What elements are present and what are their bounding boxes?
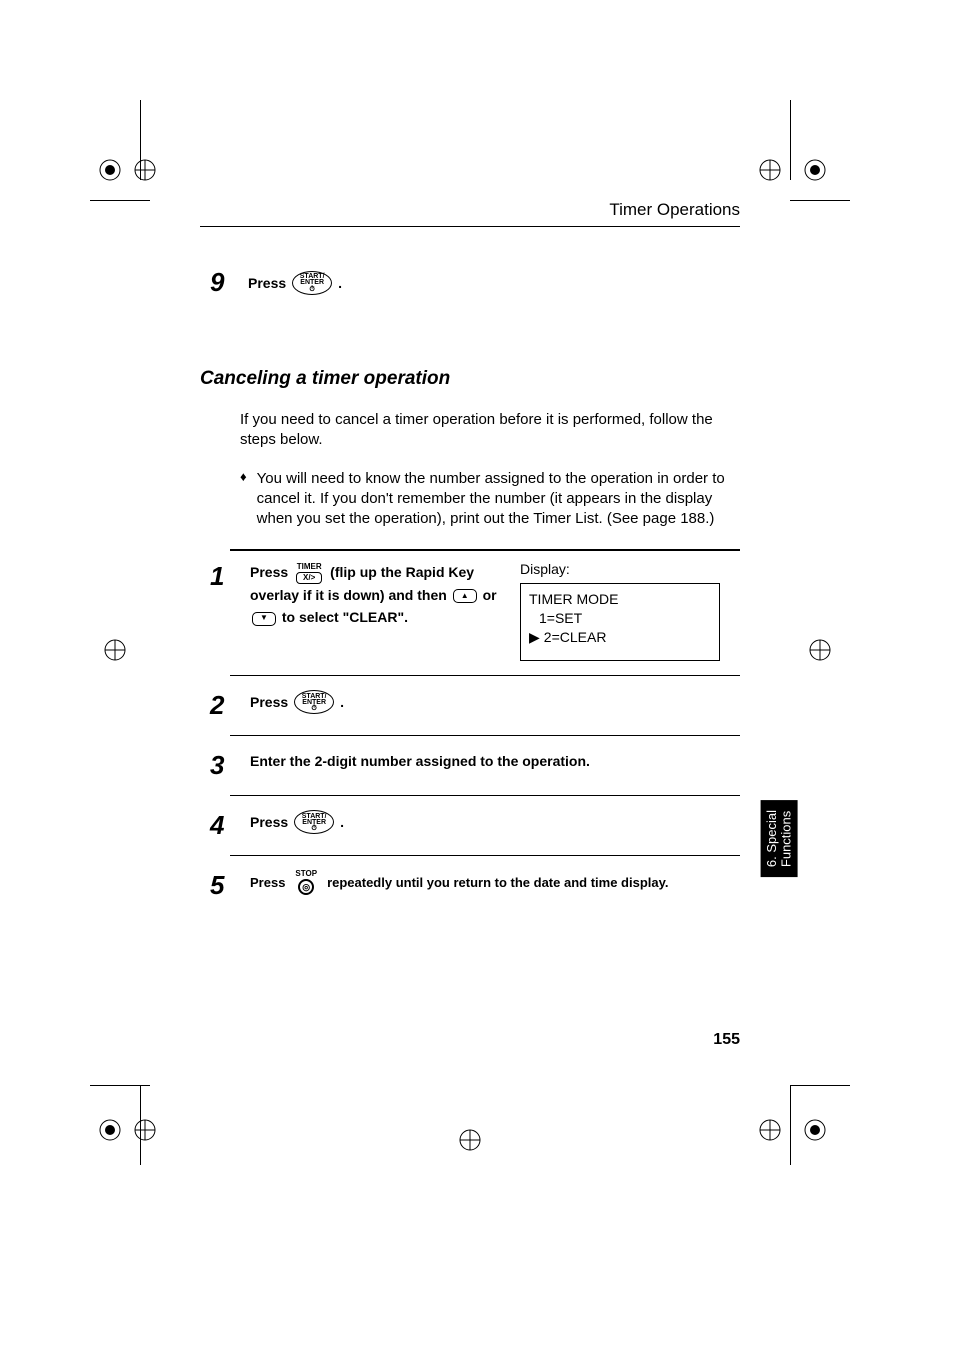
display-line-1: TIMER MODE [529,590,711,609]
step1-frag1: (flip up the Rapid Key [330,564,474,580]
display-column: Display: TIMER MODE 1=SET ▶ 2=CLEAR [520,561,720,661]
crop-line-icon [90,200,150,201]
step5-text: repeatedly until you return to the date … [327,875,668,890]
intro-text: If you need to cancel a timer operation … [240,410,740,451]
crop-line-icon [790,200,850,201]
step-4-row: 4 Press START/ ENTER ⏱ . [210,810,740,841]
period: . [340,694,344,710]
page-header: Timer Operations [200,200,740,220]
step-5-row: 5 Press STOP ◎ repeatedly until you retu… [210,870,740,901]
step-number-3: 3 [210,750,232,781]
start-enter-icon: START/ ENTER ⏱ [294,810,334,834]
step-rule [230,855,740,856]
step-number-1: 1 [210,561,232,592]
regmark-ml-icon [85,630,165,670]
side-tab: 6. Special Functions [761,800,798,877]
bullet-row: ♦ You will need to know the number assig… [240,469,740,530]
triangle-pointer-icon: ▶ [529,628,540,647]
step-rule [230,675,740,676]
step1-frag4: to select "CLEAR". [282,609,408,625]
crop-line-icon [90,1085,150,1086]
regmark-bc-icon [450,1120,490,1160]
press-label: Press [250,694,288,710]
regmark-bl-icon [90,1100,170,1160]
step-9-row: 9 Press START/ ENTER ⏱ . [210,267,740,298]
page-number: 155 [200,1031,740,1049]
start-enter-icon: START/ ENTER ⏱ [292,271,332,295]
step-number-9: 9 [210,267,230,298]
down-arrow-icon: ▼ [252,612,276,626]
press-label: Press [248,275,286,291]
step-rule [230,795,740,796]
step-number-5: 5 [210,870,232,901]
section-heading: Canceling a timer operation [200,368,740,390]
display-line-2: 1=SET [529,609,711,628]
period: . [340,814,344,830]
step-2-row: 2 Press START/ ENTER ⏱ . [210,690,740,721]
stop-key-icon: STOP ◎ [295,870,317,895]
regmark-tl-icon [90,140,170,200]
press-label: Press [250,564,288,580]
up-arrow-icon: ▲ [453,589,477,603]
display-box: TIMER MODE 1=SET ▶ 2=CLEAR [520,583,720,661]
step-number-4: 4 [210,810,232,841]
step-rule [230,735,740,736]
header-rule [200,226,740,227]
crop-line-icon [790,1085,850,1086]
step-number-2: 2 [210,690,232,721]
regmark-mr-icon [790,630,870,670]
period: . [338,275,342,291]
step1-frag3: or [483,587,497,603]
display-label: Display: [520,561,720,577]
crop-line-icon [140,100,141,180]
step-1-row: 1 Press TIMER X/> (flip up the Rapid Key… [210,561,740,661]
crop-line-icon [790,1085,791,1165]
crop-line-icon [790,100,791,180]
table-top-rule [230,549,740,551]
bullet-text: You will need to know the number assigne… [257,469,740,530]
start-enter-icon: START/ ENTER ⏱ [294,690,334,714]
diamond-bullet-icon: ♦ [240,469,247,530]
step3-text: Enter the 2-digit number assigned to the… [250,750,590,772]
timer-key-icon: TIMER X/> [296,563,322,584]
display-line-3: 2=CLEAR [544,628,607,647]
press-label: Press [250,814,288,830]
step-3-row: 3 Enter the 2-digit number assigned to t… [210,750,740,781]
crop-line-icon [140,1085,141,1165]
step1-frag2: overlay if it is down) and then [250,587,447,603]
press-label: Press [250,875,285,890]
